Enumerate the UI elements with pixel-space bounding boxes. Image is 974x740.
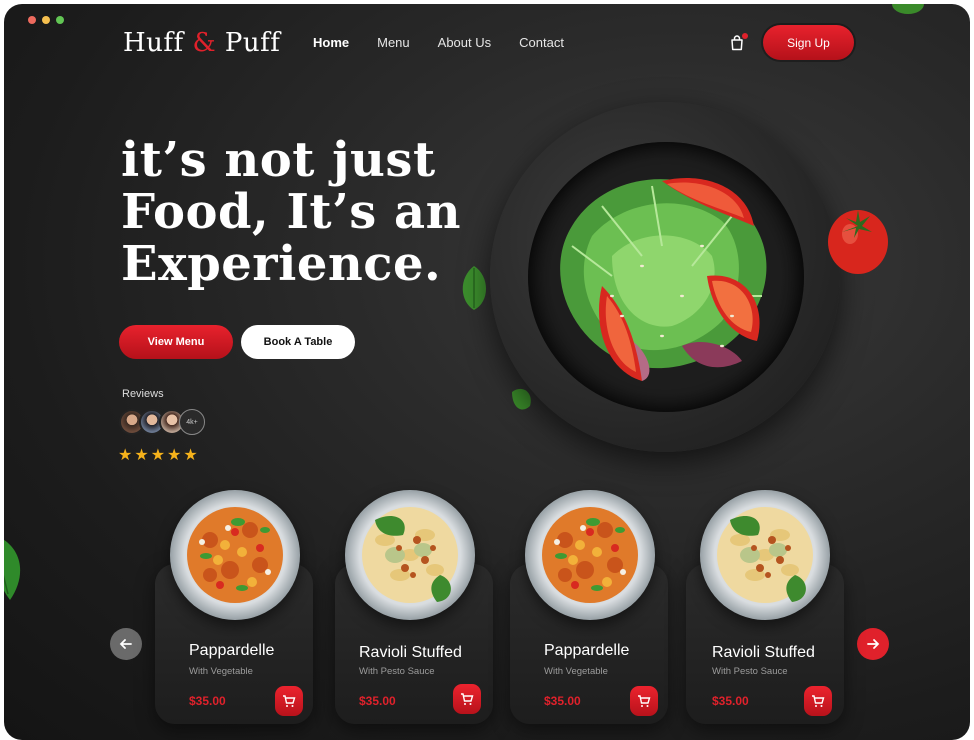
maximize-dot[interactable] <box>56 16 64 24</box>
add-to-cart-button[interactable] <box>804 686 832 716</box>
card-subtitle: With Vegetable <box>189 666 253 677</box>
nav-home[interactable]: Home <box>313 35 349 50</box>
add-to-cart-button[interactable] <box>630 686 658 716</box>
reviewer-count-badge: 4k+ <box>179 409 205 435</box>
menu-carousel: Pappardelle With Vegetable $35.00 Raviol… <box>4 490 970 740</box>
nav-menu[interactable]: Menu <box>377 35 410 50</box>
cart-icon <box>461 693 474 705</box>
pasta-illustration <box>542 507 638 603</box>
hero-title-line3: Experience. <box>121 236 442 292</box>
star-icon: ★ <box>183 447 198 464</box>
card-price: $35.00 <box>189 694 226 708</box>
hero-title-line1: it’s not just <box>121 132 436 188</box>
sign-up-button[interactable]: Sign Up <box>763 25 854 60</box>
card-price: $35.00 <box>359 694 396 708</box>
star-icon: ★ <box>150 447 166 464</box>
add-to-cart-button[interactable] <box>453 684 481 714</box>
cart-icon <box>638 695 651 707</box>
brand-part1: Huff <box>123 28 184 58</box>
card-title: Ravioli Stuffed <box>359 644 462 661</box>
book-table-button[interactable]: Book A Table <box>241 325 355 359</box>
star-icon: ★ <box>118 447 133 464</box>
star-icon: ★ <box>134 447 149 464</box>
view-menu-button[interactable]: View Menu <box>119 325 233 359</box>
hero-title: it’s not just Food, It’s an Experience. <box>121 134 481 290</box>
card-title: Pappardelle <box>189 642 275 659</box>
arrow-left-icon <box>119 639 132 649</box>
brand-part2: Puff <box>224 28 281 58</box>
cart-notification-dot <box>742 33 748 39</box>
carousel-prev-button[interactable] <box>110 628 142 660</box>
card-subtitle: With Vegetable <box>544 666 608 677</box>
hero-title-line2: Food, It’s an <box>121 184 462 240</box>
main-nav: Home Menu About Us Contact <box>313 35 564 50</box>
carousel-next-button[interactable] <box>857 628 889 660</box>
tomato-decoration <box>828 210 888 274</box>
farfalle-illustration <box>362 507 458 603</box>
salad-illustration <box>560 178 767 381</box>
rating-stars: ★ ★ ★ ★ ★ <box>118 445 198 465</box>
brand-ampersand: & <box>192 28 217 58</box>
arrow-right-icon <box>867 639 880 649</box>
brand-logo[interactable]: Huff & Puff <box>123 28 280 58</box>
cart-icon <box>812 695 825 707</box>
add-to-cart-button[interactable] <box>275 686 303 716</box>
card-price: $35.00 <box>544 694 581 708</box>
farfalle-illustration <box>717 507 813 603</box>
nav-about-us[interactable]: About Us <box>438 35 491 50</box>
minimize-dot[interactable] <box>42 16 50 24</box>
card-price: $35.00 <box>712 694 749 708</box>
close-dot[interactable] <box>28 16 36 24</box>
nav-contact[interactable]: Contact <box>519 35 564 50</box>
window-controls <box>28 16 64 24</box>
card-subtitle: With Pesto Sauce <box>712 666 788 677</box>
card-subtitle: With Pesto Sauce <box>359 666 435 677</box>
pasta-illustration <box>187 507 283 603</box>
reviewer-avatars[interactable]: 4k+ <box>119 409 205 435</box>
cart-icon <box>283 695 296 707</box>
reviews-label: Reviews <box>122 388 164 400</box>
card-title: Pappardelle <box>544 642 630 659</box>
basil-leaf-decoration <box>892 4 924 14</box>
app-window: Huff & Puff Home Menu About Us Contact S… <box>4 4 970 740</box>
card-title: Ravioli Stuffed <box>712 644 815 661</box>
star-icon: ★ <box>167 447 182 464</box>
